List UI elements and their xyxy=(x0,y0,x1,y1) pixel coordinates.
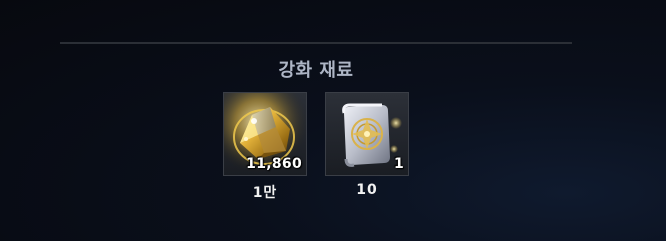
material-required-count: 1만 xyxy=(252,185,278,201)
section-title: 강화 재료 xyxy=(278,60,354,81)
material-owned-count: 11,860 xyxy=(246,156,302,172)
material-required-count: 10 xyxy=(356,182,378,198)
section-divider xyxy=(60,42,572,44)
material-owned-count: 1 xyxy=(393,156,404,172)
material-slot-gold-ore[interactable]: 11,860 xyxy=(223,92,307,176)
material-slot-enhancement-scroll[interactable]: 1 xyxy=(325,92,409,176)
